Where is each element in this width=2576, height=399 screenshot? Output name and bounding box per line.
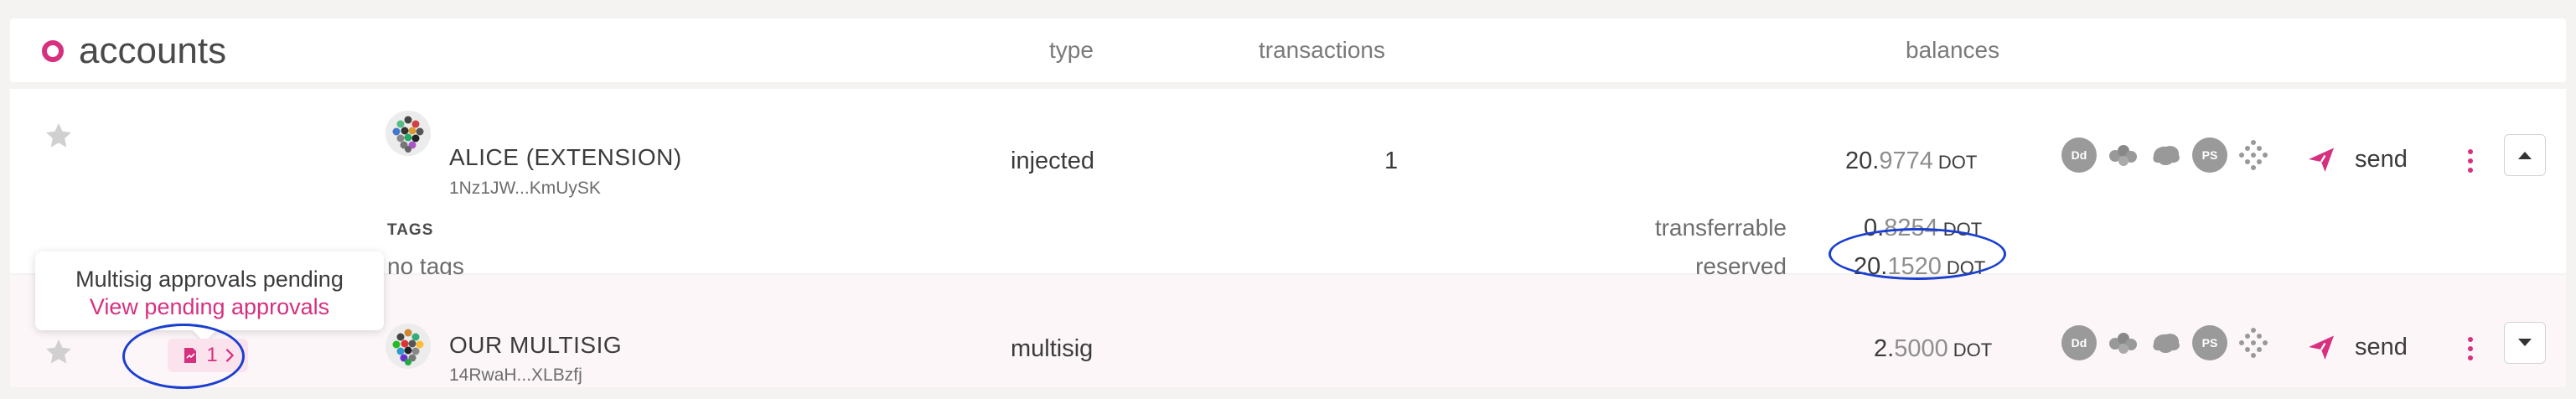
balance-unit: DOT [1937,152,1978,173]
accounts-dot-icon [42,40,64,62]
chain-icons: Dd PS [2061,325,2271,360]
balance-integer: 20. [1845,148,1880,174]
polkadot-dd-icon: Dd [2061,137,2097,173]
chevron-down-icon [2518,339,2532,346]
tooltip-title: Multisig approvals pending [75,267,344,292]
account-balance[interactable]: 2.5000 DOT [1874,335,1992,363]
column-header-transactions: transactions [1259,37,1385,63]
ps-chain-icon: PS [2192,137,2227,173]
highlight-ellipse-reserved [1829,228,2006,280]
account-type: multisig [1011,335,1094,362]
account-identicon [385,111,431,156]
account-transactions: 1 [1384,148,1399,174]
balance-fraction: 5000 [1894,335,1948,362]
brain-icon [2153,146,2180,165]
account-identicon [385,324,431,369]
cluster-icon [2109,333,2137,354]
expand-row-button[interactable] [2504,322,2546,364]
account-type: injected [1011,148,1094,174]
account-name[interactable]: ALICE (EXTENSION) [449,144,682,171]
collapse-row-button[interactable] [2504,134,2546,176]
chain-icons: Dd PS [2061,137,2271,173]
account-balance[interactable]: 20.9774 DOT [1845,148,1977,175]
paper-plane-icon [2309,148,2334,172]
cluster-icon [2109,145,2137,166]
chevron-up-icon [2518,152,2532,159]
network-dots-icon [2239,140,2268,170]
send-button[interactable]: send [2306,332,2408,362]
view-pending-approvals-link[interactable]: View pending approvals [35,294,384,320]
column-header-type: type [1049,37,1094,63]
balance-unit: DOT [1953,339,1993,360]
send-button[interactable]: send [2306,144,2408,174]
balance-fraction: 9774 [1879,148,1933,174]
polkadot-dd-icon: Dd [2061,325,2097,360]
favorite-star-icon[interactable] [44,121,74,151]
brain-icon [2153,334,2180,353]
account-row: OUR MULTISIG 14RwaH...XLBzfj multisig 2.… [10,275,2566,387]
multisig-tooltip: Multisig approvals pending View pending … [35,251,384,343]
paper-plane-icon [2309,335,2334,360]
account-address[interactable]: 1Nz1JW...KmUySK [449,179,601,199]
transferrable-label: transferrable [1654,215,1787,241]
account-address[interactable]: 14RwaH...XLBzfj [449,365,582,386]
account-name[interactable]: OUR MULTISIG [449,332,622,359]
tags-title: TAGS [387,221,434,239]
favorite-star-icon[interactable] [44,337,74,367]
accounts-table: accounts type transactions balances ALIC… [10,18,2566,387]
accounts-header: accounts type transactions balances [10,18,2566,82]
highlight-ellipse-badge [122,324,245,389]
more-options-icon[interactable] [2465,149,2475,173]
page-title: accounts [42,30,226,72]
balance-integer: 2. [1874,335,1895,362]
network-dots-icon [2239,328,2268,358]
page-title-label: accounts [79,30,227,71]
send-label: send [2355,333,2408,360]
account-row: ALICE (EXTENSION) 1Nz1JW...KmUySK inject… [10,89,2566,280]
more-options-icon[interactable] [2465,337,2475,360]
send-label: send [2355,145,2408,173]
column-header-balances: balances [1906,37,2000,63]
ps-chain-icon: PS [2192,325,2227,360]
